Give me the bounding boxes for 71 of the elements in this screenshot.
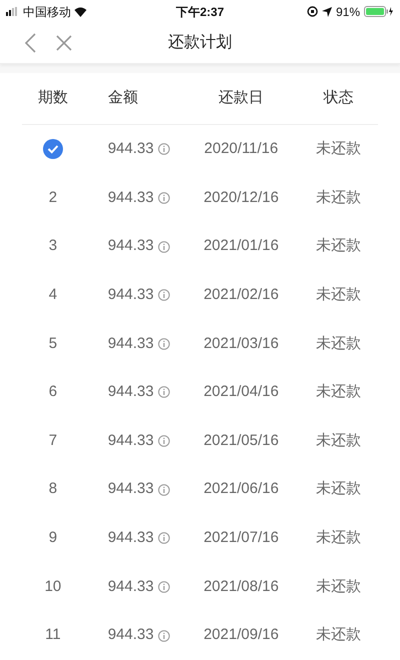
column-header: 还款日	[218, 88, 264, 108]
status-cell-text: 未还款	[316, 284, 361, 305]
status-cell-text: 未还款	[316, 139, 361, 160]
due-date-cell-text: 2020/11/16	[204, 139, 278, 160]
amount-cell-text: 944.33	[108, 625, 154, 646]
amount-cell-text: 944.33	[108, 284, 154, 305]
info-icon[interactable]	[158, 386, 170, 398]
due-date-cell-text: 2021/08/16	[204, 576, 279, 597]
status-cell-text: 未还款	[316, 236, 361, 256]
status-cell-text: 未还款	[316, 334, 361, 354]
period-number: 6	[48, 382, 58, 402]
column-header: 期数	[38, 88, 68, 108]
amount-cell-text: 944.33	[108, 382, 154, 402]
info-icon[interactable]	[158, 484, 170, 496]
column-header: 状态	[323, 88, 354, 108]
close-icon	[56, 35, 72, 52]
info-icon[interactable]	[158, 240, 170, 253]
amount-cell-text: 944.33	[108, 236, 154, 256]
amount-cell-text: 944.33	[108, 139, 154, 160]
back-button[interactable]	[22, 31, 38, 56]
amount-cell-text: 944.33	[108, 430, 154, 451]
carrier-name: 中国移动	[23, 4, 71, 21]
due-date-cell-text: 2021/09/16	[204, 625, 279, 646]
status-cell-text: 未还款	[316, 625, 361, 646]
period-number: 10	[44, 576, 62, 597]
amount-cell-text: 944.33	[108, 528, 154, 548]
status-cell-text: 未还款	[316, 479, 361, 500]
due-date-cell-text: 2021/05/16	[204, 430, 279, 451]
battery-percent: 91%	[336, 4, 360, 21]
info-icon[interactable]	[158, 532, 170, 544]
period-number: 4	[48, 284, 58, 305]
info-icon[interactable]	[158, 580, 170, 593]
clock-time: 下午2:37	[176, 4, 224, 21]
period-number: 11	[45, 625, 61, 646]
amount-cell-text: 944.33	[108, 188, 154, 208]
period-number: 2	[48, 188, 58, 208]
page-title: 还款计划	[168, 32, 232, 54]
due-date-cell-text: 2021/07/16	[204, 528, 279, 548]
location-arrow-icon	[322, 6, 332, 17]
due-date-cell-text: 2021/01/16	[204, 236, 279, 256]
info-icon[interactable]	[158, 143, 170, 156]
signal-icon	[6, 7, 20, 16]
info-icon[interactable]	[158, 338, 170, 350]
info-icon[interactable]	[158, 630, 170, 642]
status-cell-text: 未还款	[316, 188, 361, 208]
status-cell-text: 未还款	[316, 382, 361, 402]
period-number: 3	[48, 236, 58, 256]
period-number: 8	[48, 479, 58, 500]
info-icon[interactable]	[158, 192, 170, 204]
status-cell-text: 未还款	[316, 576, 361, 597]
due-date-cell-text: 2020/12/16	[204, 188, 279, 208]
due-date-cell-text: 2021/06/16	[204, 479, 279, 500]
back-chevron-icon	[24, 33, 36, 54]
period-number: 7	[48, 430, 58, 451]
info-icon[interactable]	[158, 289, 170, 302]
period-number: 5	[48, 334, 58, 354]
lock-rotation-icon	[306, 6, 318, 18]
due-date-cell-text: 2021/03/16	[204, 334, 279, 354]
due-date-cell-text: 2021/04/16	[204, 382, 279, 402]
info-icon[interactable]	[158, 435, 170, 448]
period-number: 9	[48, 528, 58, 548]
amount-cell-text: 944.33	[108, 479, 154, 500]
battery-charging-icon	[364, 6, 394, 18]
due-date-cell-text: 2021/02/16	[204, 284, 279, 305]
column-header: 金额	[108, 88, 138, 108]
wifi-icon	[74, 6, 87, 17]
amount-cell-text: 944.33	[108, 576, 154, 597]
amount-cell-text: 944.33	[108, 334, 154, 354]
status-cell-text: 未还款	[316, 430, 361, 451]
status-cell-text: 未还款	[316, 528, 361, 548]
close-button[interactable]	[54, 33, 74, 54]
